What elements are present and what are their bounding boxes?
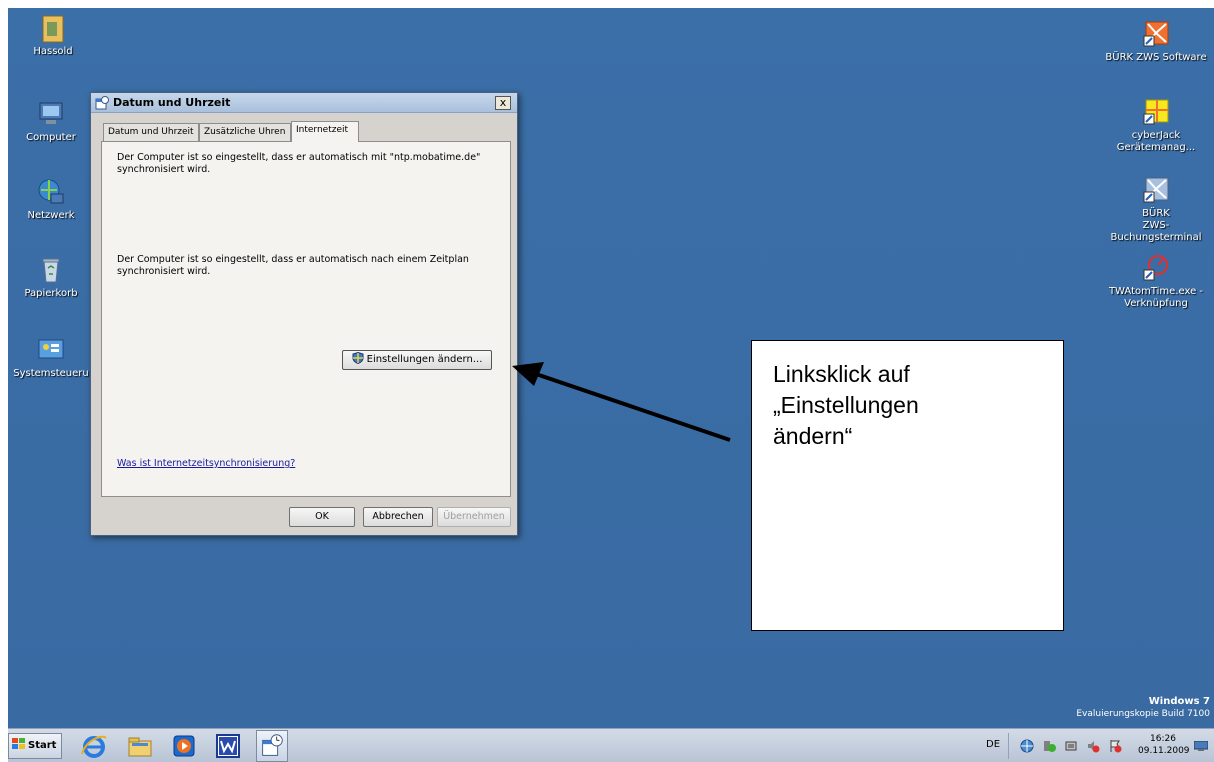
desktop-icon-label-line2: ZWS-Buchungsterminal (1110, 220, 1202, 243)
computer-icon (39, 102, 63, 124)
apply-button[interactable]: Übernehmen (437, 507, 511, 527)
dialog-titlebar[interactable]: Datum und Uhrzeit x (91, 93, 517, 113)
callout-line-3: ändern“ (773, 423, 853, 449)
watermark-edition: Windows 7 (1148, 696, 1210, 707)
explorer-icon[interactable] (126, 732, 154, 760)
network-tray-icon[interactable] (1020, 739, 1034, 753)
desktop-icon-label: Papierkorb (24, 288, 78, 299)
buerk-zws-icon (1143, 21, 1169, 47)
sync-schedule-text: Der Computer ist so eingestellt, dass er… (117, 254, 469, 277)
tab-zusaetzliche-uhren[interactable]: Zusätzliche Uhren (199, 123, 291, 141)
atomtime-icon (1143, 255, 1168, 281)
cancel-button[interactable]: Abbrechen (363, 507, 433, 527)
sync-server-text: Der Computer ist so eingestellt, dass er… (117, 152, 481, 175)
desktop-icon-recycle-bin[interactable]: Papierkorb (6, 254, 96, 300)
battery-tray-icon[interactable] (1064, 739, 1078, 753)
date-time-dialog: Datum und Uhrzeit x Datum und Uhrzeit Zu… (90, 92, 518, 536)
desktop-icon-label: Computer (26, 132, 76, 143)
clock[interactable]: 16:26 09.11.2009 (1138, 733, 1190, 757)
buerk-terminal-icon (1143, 177, 1169, 203)
desktop-icon-label: Netzwerk (27, 210, 75, 221)
callout-text: Linksklick auf „Einstellungen ändern“ (773, 359, 1053, 452)
windows-watermark: Windows 7 Evaluierungskopie Build 7100 (1076, 696, 1210, 720)
security-tray-icon[interactable] (1042, 739, 1056, 753)
desktop-icon-label-line2: Verknüpfung (1124, 298, 1188, 309)
desktop-icon-label: Hassold (33, 46, 73, 57)
desktop-icon-buerk-terminal[interactable]: BÜRK ZWS-Buchungsterminal (1098, 174, 1214, 244)
instruction-callout: Linksklick auf „Einstellungen ändern“ (751, 340, 1064, 631)
desktop-icon-hassold[interactable]: Hassold (8, 12, 98, 58)
language-indicator[interactable]: DE (986, 739, 1000, 750)
media-player-icon[interactable] (170, 732, 198, 760)
internet-explorer-icon[interactable] (80, 732, 108, 760)
windows-logo-icon (12, 738, 25, 749)
desktop-icon-buerk-zws[interactable]: BÜRK ZWS Software (1098, 18, 1214, 64)
watermark-build: Evaluierungskopie Build 7100 (1076, 709, 1210, 719)
volume-tray-icon[interactable] (1086, 739, 1100, 753)
change-settings-label: Einstellungen ändern... (366, 354, 483, 365)
date-time-icon (95, 96, 109, 110)
pointer-arrow (512, 362, 731, 442)
clock-date: 09.11.2009 (1138, 746, 1190, 756)
cyberjack-icon (1143, 99, 1169, 125)
desktop-icon-atomtime[interactable]: TWAtomTime.exe - Verknüpfung (1098, 252, 1214, 310)
desktop-icon-label-line1: TWAtomTime.exe - (1108, 286, 1204, 297)
start-button[interactable]: Start (8, 733, 62, 759)
network-icon (38, 179, 64, 204)
dialog-title: Datum und Uhrzeit (113, 96, 231, 109)
folder-user-icon (42, 15, 64, 43)
desktop-icon-label-line1: BÜRK (1142, 208, 1170, 219)
callout-line-1: Linksklick auf (773, 361, 910, 387)
word-icon[interactable] (214, 732, 242, 760)
desktop-icon-computer[interactable]: Computer (6, 98, 96, 144)
start-label: Start (28, 740, 57, 751)
action-center-icon[interactable] (1108, 739, 1122, 753)
taskbar: Start DE 16:26 09.11.2009 (8, 728, 1214, 762)
desktop-icon-label: cyberJack Gerätemanag... (1116, 130, 1196, 153)
tab-datum-und-uhrzeit[interactable]: Datum und Uhrzeit (103, 123, 199, 141)
help-link[interactable]: Was ist Internetzeitsynchronisierung? (117, 458, 295, 469)
desktop-icon-network[interactable]: Netzwerk (6, 176, 96, 222)
tray-separator (1008, 733, 1009, 759)
desktop-icon-label: Systemsteueru (13, 368, 89, 379)
show-desktop-icon[interactable] (1194, 741, 1208, 751)
internetzeit-panel: Der Computer ist so eingestellt, dass er… (101, 141, 511, 497)
desktop-icon-cyberjack[interactable]: cyberJack Gerätemanag... (1098, 96, 1214, 154)
date-time-taskbar-icon[interactable] (256, 730, 288, 762)
ok-button[interactable]: OK (289, 507, 355, 527)
recycle-bin-icon (42, 258, 60, 283)
uac-shield-icon (352, 352, 364, 364)
desktop-icon-label: BÜRK ZWS Software (1105, 52, 1207, 63)
change-settings-button[interactable]: Einstellungen ändern... (342, 350, 492, 370)
close-button[interactable]: x (495, 96, 511, 110)
tab-internetzeit[interactable]: Internetzeit (291, 121, 359, 142)
clock-time: 16:26 (1150, 734, 1176, 744)
desktop-icon-control-panel[interactable]: Systemsteueru (6, 334, 96, 380)
control-panel-icon (38, 339, 64, 359)
callout-line-2: „Einstellungen (773, 392, 919, 418)
